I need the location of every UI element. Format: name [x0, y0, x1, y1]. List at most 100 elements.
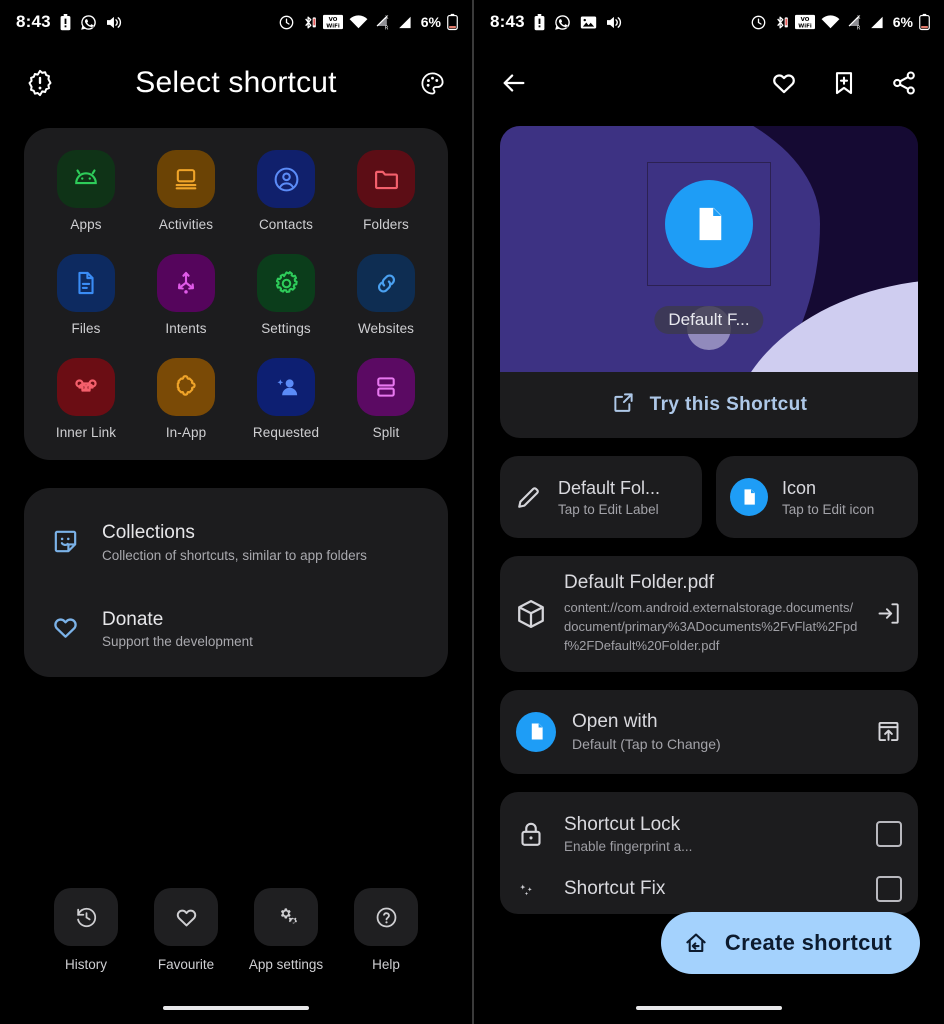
open-in-browser-icon[interactable]: [875, 718, 902, 745]
edit-label-subtitle: Tap to Edit Label: [558, 502, 659, 518]
status-time: 8:43: [490, 12, 525, 31]
grid-item-inner-link[interactable]: Inner Link: [36, 358, 136, 440]
edit-label-text: Default Fol... Tap to Edit Label: [558, 477, 660, 518]
bluetooth-icon: [300, 14, 317, 31]
file-document-icon: [516, 711, 556, 752]
preview-shortcut-label: Default F...: [654, 306, 764, 334]
right-phone-screen: 8:43 VO WiFi X R 6% Default F... Try thi…: [472, 0, 944, 1024]
battery-alert-icon: [60, 13, 71, 31]
shortcut-target-title: Default Folder.pdf: [564, 572, 714, 593]
grid-item-intents[interactable]: Intents: [136, 254, 236, 336]
grid-item-split[interactable]: Split: [336, 358, 436, 440]
bottom-nav-favourite[interactable]: Favourite: [147, 888, 225, 972]
volte-wifi-icon: VO WiFi: [322, 14, 343, 30]
battery-percent: 6%: [892, 14, 913, 30]
share-icon[interactable]: [882, 61, 926, 105]
lock-icon: [516, 819, 546, 849]
heart-icon[interactable]: [762, 61, 806, 105]
shortcut-fix-checkbox[interactable]: [876, 875, 902, 902]
grid-item-folders[interactable]: Folders: [336, 150, 436, 232]
apps-tile: [57, 150, 115, 208]
edit-icon-card[interactable]: Icon Tap to Edit icon: [716, 456, 918, 538]
svg-text:WiFi: WiFi: [326, 23, 340, 29]
create-shortcut-fab[interactable]: Create shortcut: [660, 912, 920, 974]
bottom-nav-history[interactable]: History: [47, 888, 125, 972]
package-icon: [514, 597, 548, 631]
status-left-group: 8:43: [490, 12, 623, 32]
shortcut-lock-subtitle: Enable fingerprint a...: [564, 838, 693, 854]
sim2-signal-icon: [869, 15, 885, 30]
extras-list-card: Collections Collection of shortcuts, sim…: [24, 488, 448, 678]
tile-label: Folders: [363, 217, 409, 232]
grid-item-activities[interactable]: Activities: [136, 150, 236, 232]
edit-label-card[interactable]: Default Fol... Tap to Edit Label: [500, 456, 702, 538]
edit-icon-title: Icon: [782, 477, 817, 498]
try-this-shortcut-label: Try this Shortcut: [649, 394, 808, 415]
grid-item-websites[interactable]: Websites: [336, 254, 436, 336]
sim2-signal-icon: [397, 15, 413, 30]
tile-label: In-App: [165, 425, 207, 440]
gesture-navigation-bar[interactable]: [636, 1006, 782, 1010]
bottom-nav-help[interactable]: Help: [347, 888, 425, 972]
input-arrow-icon[interactable]: [875, 600, 902, 627]
shortcut-fix-row[interactable]: Shortcut Fix: [516, 868, 902, 908]
open-in-new-icon: [611, 390, 636, 420]
svg-text:WiFi: WiFi: [798, 23, 812, 29]
favourite-tile: [154, 888, 218, 946]
file-document-icon: [730, 478, 768, 516]
edit-label-title: Default Fol...: [558, 477, 661, 498]
svg-text:VO: VO: [328, 17, 337, 23]
shortcut-lock-title: Shortcut Lock: [564, 813, 681, 835]
intents-tile: [157, 254, 215, 312]
bottom-nav-app-settings[interactable]: App settings: [247, 888, 325, 972]
bottom-navigation: History Favourite App settings Help: [0, 888, 472, 972]
wifi-icon: [821, 14, 840, 30]
right-navigation-area: [474, 992, 944, 1024]
grid-item-contacts[interactable]: Contacts: [236, 150, 336, 232]
shortcut-icon-circle[interactable]: [665, 180, 753, 268]
status-left-group: 8:43: [16, 12, 123, 32]
edit-icon-subtitle: Tap to Edit icon: [782, 502, 875, 518]
sticker-icon: [50, 527, 80, 556]
tile-label: Activities: [158, 217, 214, 232]
palette-icon[interactable]: [410, 61, 454, 105]
list-item-donate[interactable]: Donate Support the development: [24, 597, 448, 660]
shortcut-type-grid: Apps Activities Contacts Folders Files I…: [36, 150, 436, 440]
settings-tile: [257, 254, 315, 312]
shortcut-preview-card: Default F... Try this Shortcut: [500, 126, 918, 438]
left-app-bar: Select shortcut: [0, 44, 472, 122]
bluetooth-icon: [772, 14, 789, 31]
open-with-card[interactable]: Open with Default (Tap to Change): [500, 689, 918, 774]
svg-text:VO: VO: [800, 17, 809, 23]
open-with-text: Open with Default (Tap to Change): [572, 711, 859, 752]
tile-label: Intents: [165, 321, 207, 336]
battery-percent: 6%: [420, 14, 441, 30]
shortcut-target-text: Default Folder.pdf content://com.android…: [564, 572, 859, 656]
page-title: Select shortcut: [135, 66, 337, 99]
list-item-collections[interactable]: Collections Collection of shortcuts, sim…: [24, 510, 448, 573]
shortcut-lock-row[interactable]: Shortcut Lock Enable fingerprint a...: [516, 808, 902, 868]
svg-text:R: R: [857, 25, 861, 30]
try-this-shortcut-button[interactable]: Try this Shortcut: [500, 372, 918, 438]
list-item-title: Collections: [102, 522, 195, 543]
grid-item-requested[interactable]: Requested: [236, 358, 336, 440]
shortcut-target-card[interactable]: Default Folder.pdf content://com.android…: [500, 556, 918, 672]
help-tile: [354, 888, 418, 946]
back-arrow-icon[interactable]: [492, 61, 536, 105]
right-status-bar: 8:43 VO WiFi X R 6%: [474, 0, 944, 44]
new-releases-icon[interactable]: [18, 61, 62, 105]
list-item-title: Donate: [102, 608, 164, 630]
grid-item-in-app[interactable]: In-App: [136, 358, 236, 440]
bookmark-add-icon[interactable]: [822, 61, 866, 105]
shortcut-fix-title: Shortcut Fix: [564, 877, 666, 899]
shortcut-type-grid-card: Apps Activities Contacts Folders Files I…: [24, 128, 448, 460]
dual-screenshot: 8:43 VO WiFi X R 6% Select shortcut Apps…: [0, 0, 944, 1024]
whatsapp-icon: [80, 14, 97, 31]
grid-item-files[interactable]: Files: [36, 254, 136, 336]
grid-item-apps[interactable]: Apps: [36, 150, 136, 232]
gesture-navigation-bar[interactable]: [163, 1006, 309, 1010]
grid-item-settings[interactable]: Settings: [236, 254, 336, 336]
shortcut-lock-checkbox[interactable]: [876, 820, 902, 847]
image-icon: [580, 15, 597, 30]
battery-icon: [919, 13, 930, 31]
